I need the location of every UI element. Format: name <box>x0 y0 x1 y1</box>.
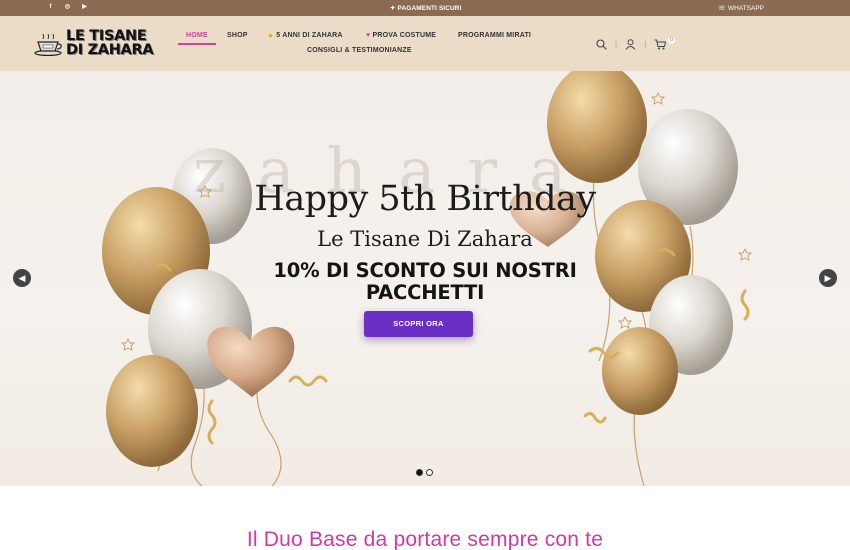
hero-subtitle: Le Tisane Di Zahara <box>317 227 533 251</box>
slider-pagination <box>416 469 433 476</box>
divider: | <box>615 39 618 49</box>
nav-5-anni[interactable]: ▲ 5 ANNI DI ZAHARA <box>267 32 343 39</box>
youtube-icon[interactable]: ▶ <box>80 3 89 12</box>
scopri-ora-button[interactable]: SCOPRI ORA <box>364 311 473 337</box>
nav-prova-costume[interactable]: ♥ PROVA COSTUME <box>366 32 436 39</box>
hero-slider: zahara Happy 5th Birthday Le Tisane Di Z… <box>0 71 850 486</box>
cart-count-badge: 0 <box>668 37 675 44</box>
whatsapp-icon: ☏ <box>717 5 726 12</box>
party-icon: ▲ <box>267 32 275 39</box>
slider-dot-1[interactable] <box>416 469 423 476</box>
secure-payments: ✦ PAGAMENTI SICURI <box>390 4 462 13</box>
section-title: Il Duo Base da portare sempre con te <box>246 528 604 550</box>
search-icon[interactable] <box>596 38 607 50</box>
chevron-right-icon: ▶ <box>824 273 832 283</box>
hero-promo: 10% DI SCONTO SUI NOSTRI PACCHETTI <box>0 260 850 304</box>
user-icon[interactable] <box>625 38 636 50</box>
slider-dot-2[interactable] <box>426 469 433 476</box>
whatsapp-label: WHATSAPP <box>728 4 764 12</box>
nav-consigli[interactable]: CONSIGLI & TESTIMONIANZE <box>307 47 412 54</box>
slider-next-button[interactable]: ▶ <box>819 269 837 287</box>
shield-icon: ✦ <box>390 5 396 12</box>
nav-shop[interactable]: SHOP <box>227 32 248 39</box>
teacup-logo-icon <box>34 34 62 56</box>
nav-home-label: HOME <box>186 32 208 39</box>
hero-title: Happy 5th Birthday <box>254 179 596 219</box>
nav-shop-label: SHOP <box>227 32 248 39</box>
top-bar: f ◎ ▶ ✦ PAGAMENTI SICURI ☏ WHATSAPP <box>0 0 850 16</box>
header-actions: | | 0 <box>596 37 675 50</box>
nav-consigli-label: CONSIGLI & TESTIMONIANZE <box>307 47 412 54</box>
slider-prev-button[interactable]: ◀ <box>13 269 31 287</box>
nav-home[interactable]: HOME <box>178 32 216 45</box>
facebook-icon[interactable]: f <box>46 3 55 12</box>
hero-promo-line2: PACCHETTI <box>365 281 485 304</box>
secure-payments-label: PAGAMENTI SICURI <box>397 4 462 12</box>
cart-icon[interactable] <box>654 39 667 50</box>
nav-5-anni-label: 5 ANNI DI ZAHARA <box>276 32 343 39</box>
divider: | <box>644 39 647 49</box>
nav-prova-costume-label: PROVA COSTUME <box>372 32 437 39</box>
nav-programmi-mirati-label: PROGRAMMI MIRATI <box>458 32 532 39</box>
active-underline <box>178 43 216 45</box>
site-logo[interactable]: LE TISANE DI ZAHARA <box>34 26 154 60</box>
logo-text-line2: DI ZAHARA <box>66 42 154 58</box>
instagram-icon[interactable]: ◎ <box>63 3 72 12</box>
hero-promo-line1: 10% DI SCONTO SUI NOSTRI <box>273 259 577 282</box>
social-links: f ◎ ▶ <box>46 3 89 12</box>
chevron-left-icon: ◀ <box>18 273 26 283</box>
site-header: LE TISANE DI ZAHARA HOME SHOP ▲ 5 ANNI D… <box>0 16 850 71</box>
bikini-icon: ♥ <box>366 32 371 39</box>
nav-programmi-mirati[interactable]: PROGRAMMI MIRATI <box>458 32 531 39</box>
whatsapp-link[interactable]: ☏ WHATSAPP <box>717 4 764 13</box>
